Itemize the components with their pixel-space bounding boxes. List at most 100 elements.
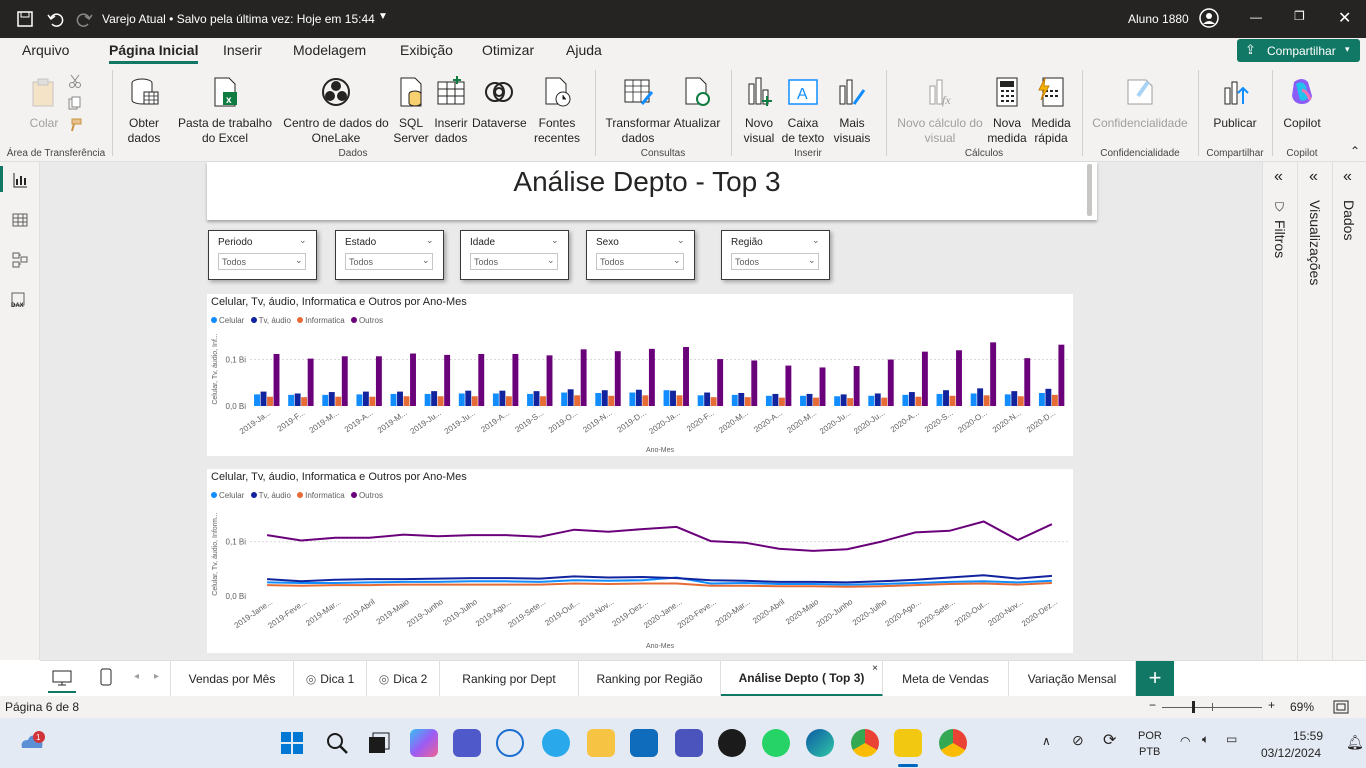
line-chart-card[interactable]: Celular, Tv, áudio, Informatica e Outros…: [207, 469, 1073, 653]
title-dropdown-icon[interactable]: ▼: [378, 11, 388, 22]
scroll-right-icon[interactable]: ▸: [154, 671, 159, 682]
expand-visualizations-icon[interactable]: «: [1309, 168, 1318, 186]
whatsapp-icon[interactable]: [762, 729, 790, 757]
page-tab[interactable]: Ranking por Região: [579, 661, 721, 697]
tab-ajuda[interactable]: Ajuda: [566, 42, 602, 58]
zoom-in-icon[interactable]: +: [1268, 698, 1275, 712]
recent-sources-button[interactable]: Fontes recentes: [528, 76, 586, 146]
page-tab[interactable]: ◎ Dica 1: [294, 661, 367, 697]
document-title[interactable]: Varejo Atual • Salvo pela última vez: Ho…: [102, 12, 375, 26]
page-tab[interactable]: ◎ Dica 2: [367, 661, 440, 697]
copy-icon[interactable]: [68, 96, 82, 110]
language-indicator[interactable]: POR: [1138, 730, 1162, 742]
bar-chart-card[interactable]: Celular, Tv, áudio, Informatica e Outros…: [207, 294, 1073, 456]
tab-inserir[interactable]: Inserir: [223, 42, 262, 58]
notifications-icon[interactable]: 🔔︎: [1346, 734, 1364, 751]
task-view-icon[interactable]: [367, 731, 391, 755]
page-tab[interactable]: Variação Mensal: [1009, 661, 1136, 697]
fit-to-page-icon[interactable]: [1333, 700, 1349, 714]
zoom-out-icon[interactable]: −: [1149, 698, 1156, 712]
expand-data-icon[interactable]: «: [1343, 168, 1352, 186]
data-pane-label[interactable]: Dados: [1341, 200, 1357, 240]
slicer-periodo[interactable]: Periodo ⌄ Todos ⌄: [208, 230, 317, 280]
title-scrollbar[interactable]: [1087, 164, 1092, 216]
desktop-layout-icon[interactable]: [52, 670, 72, 686]
weather-icon[interactable]: 1: [18, 730, 46, 754]
chrome-icon[interactable]: [851, 729, 879, 757]
restore-icon[interactable]: ❐: [1294, 9, 1305, 23]
store-icon[interactable]: [630, 729, 658, 757]
telegram-icon[interactable]: [542, 729, 570, 757]
share-button[interactable]: ⇪ Compartilhar ▾: [1237, 39, 1360, 62]
zoom-slider-thumb[interactable]: [1192, 701, 1195, 713]
tab-arquivo[interactable]: Arquivo: [22, 42, 69, 58]
sensitivity-button[interactable]: Confidencialidade: [1090, 76, 1190, 131]
new-visual-calculation-button[interactable]: fx Novo cálculo do visual: [894, 76, 986, 146]
tab-modelagem[interactable]: Modelagem: [293, 42, 366, 58]
slicer-dropdown[interactable]: Todos ⌄: [731, 253, 819, 270]
expand-filters-icon[interactable]: «: [1274, 168, 1283, 186]
page-tab[interactable]: Meta de Vendas: [883, 661, 1009, 697]
teams-work-icon[interactable]: [675, 729, 703, 757]
paste-button[interactable]: Colar: [26, 76, 62, 131]
minimize-icon[interactable]: —: [1250, 10, 1262, 24]
chrome-profile-icon[interactable]: [939, 729, 967, 757]
copilot-taskbar-icon[interactable]: [410, 729, 438, 757]
chevron-down-icon[interactable]: ⌄: [812, 235, 820, 246]
bluesky-app-icon[interactable]: [496, 729, 524, 757]
dax-query-view-icon[interactable]: DAX: [10, 292, 28, 308]
slicer-sexo[interactable]: Sexo ⌄ Todos ⌄: [586, 230, 695, 280]
start-icon[interactable]: [280, 731, 304, 755]
model-view-icon[interactable]: [12, 252, 28, 268]
vpn-icon[interactable]: ⊘: [1072, 732, 1084, 749]
add-page-button[interactable]: +: [1136, 661, 1174, 696]
show-hidden-icons[interactable]: ∧: [1042, 734, 1051, 748]
sync-icon[interactable]: ⟳: [1103, 730, 1116, 750]
slicer-dropdown[interactable]: Todos ⌄: [596, 253, 684, 270]
new-measure-button[interactable]: Nova medida: [986, 76, 1028, 146]
keyboard-layout[interactable]: PTB: [1139, 746, 1160, 758]
teams-icon[interactable]: [453, 729, 481, 757]
mobile-layout-icon[interactable]: [100, 668, 112, 686]
transform-data-button[interactable]: Transformar dados: [604, 76, 672, 146]
slicer-idade[interactable]: Idade ⌄ Todos ⌄: [460, 230, 569, 280]
chevron-down-icon[interactable]: ⌄: [426, 235, 434, 246]
quick-measure-button[interactable]: Medida rápida: [1028, 76, 1074, 146]
page-tab[interactable]: Vendas por Mês: [170, 661, 294, 697]
bar-chart-plot[interactable]: 0,0 Bi 0,1 Bi Celular, Tv, áudio, Inf... 20…: [207, 294, 1073, 456]
line-chart-plot[interactable]: 0,0 Bi 0,1 Bi Celular, Tv, áudio, Inform..…: [207, 469, 1073, 653]
get-data-button[interactable]: Obter dados: [118, 76, 170, 146]
report-title-card[interactable]: Análise Depto - Top 3: [207, 162, 1097, 220]
chevron-down-icon[interactable]: ⌄: [299, 235, 307, 246]
clock-date[interactable]: 03/12/2024: [1261, 746, 1321, 760]
collapse-ribbon-icon[interactable]: ⌃: [1350, 144, 1360, 158]
visualizations-pane-label[interactable]: Visualizações: [1307, 200, 1323, 285]
excel-workbook-button[interactable]: x Pasta de trabalho do Excel: [170, 76, 280, 146]
page-tab[interactable]: Ranking por Dept: [440, 661, 579, 697]
undo-icon[interactable]: [46, 10, 64, 28]
clock-time[interactable]: 15:59: [1293, 729, 1323, 743]
save-icon[interactable]: [16, 10, 34, 28]
redo-icon[interactable]: [76, 10, 94, 28]
battery-icon[interactable]: ▭: [1226, 732, 1237, 746]
table-view-icon[interactable]: [12, 212, 28, 228]
tab-exibicao[interactable]: Exibição: [400, 42, 453, 58]
cut-icon[interactable]: [68, 74, 82, 88]
dell-icon[interactable]: [718, 729, 746, 757]
report-view-icon[interactable]: [12, 172, 28, 188]
dataverse-button[interactable]: Dataverse: [472, 76, 527, 131]
more-visuals-button[interactable]: Mais visuais: [828, 76, 876, 146]
edge-icon[interactable]: [806, 729, 834, 757]
filters-pane-label[interactable]: Filtros: [1272, 220, 1288, 258]
close-icon[interactable]: ✕: [1338, 8, 1351, 28]
enter-data-button[interactable]: Inserir dados: [432, 76, 470, 146]
new-visual-button[interactable]: Novo visual: [738, 76, 780, 146]
text-box-button[interactable]: A Caixa de texto: [780, 76, 826, 146]
refresh-button[interactable]: Atualizar: [672, 76, 722, 131]
volume-icon[interactable]: 🔈︎: [1202, 732, 1209, 747]
slicer-dropdown[interactable]: Todos ⌄: [345, 253, 433, 270]
file-explorer-icon[interactable]: [587, 729, 615, 757]
zoom-level[interactable]: 69%: [1290, 700, 1314, 714]
slicer-dropdown[interactable]: Todos ⌄: [470, 253, 558, 270]
slicer-regiao[interactable]: Região ⌄ Todos ⌄: [721, 230, 830, 280]
